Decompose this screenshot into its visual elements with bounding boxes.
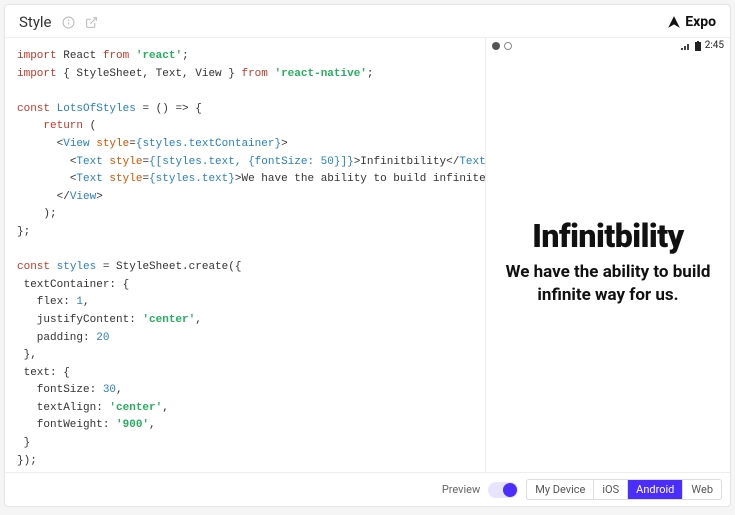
external-link-icon[interactable]: [85, 16, 98, 29]
preview-toggle[interactable]: [488, 482, 518, 498]
platform-segmented-control: My Device iOS Android Web: [526, 479, 722, 500]
clock-text: 2:45: [705, 40, 724, 51]
code-editor[interactable]: import React from 'react'; import { Styl…: [5, 38, 485, 472]
dot-icon: [504, 42, 512, 50]
dot-icon: [492, 42, 500, 50]
preview-title: Infinitbility: [532, 217, 683, 255]
preview-subtitle: We have the ability to build infinite wa…: [496, 261, 720, 307]
tab-web[interactable]: Web: [683, 480, 721, 499]
info-icon[interactable]: [62, 16, 75, 29]
brand-label: Expo: [667, 14, 716, 30]
signal-icon: [681, 42, 691, 50]
expo-icon: [667, 15, 681, 29]
tab-android[interactable]: Android: [628, 480, 683, 499]
battery-icon: [694, 41, 702, 51]
device-preview: 2:45 Infinitbility We have the ability t…: [485, 38, 730, 472]
header-bar: Style Expo: [5, 5, 730, 38]
preview-page-dots: [492, 42, 512, 50]
status-bar: 2:45: [681, 40, 724, 51]
preview-label: Preview: [442, 483, 480, 496]
tab-my-device[interactable]: My Device: [527, 480, 594, 499]
page-title: Style: [19, 13, 52, 31]
bottom-toolbar: Preview My Device iOS Android Web: [5, 472, 730, 506]
tab-ios[interactable]: iOS: [594, 480, 628, 499]
